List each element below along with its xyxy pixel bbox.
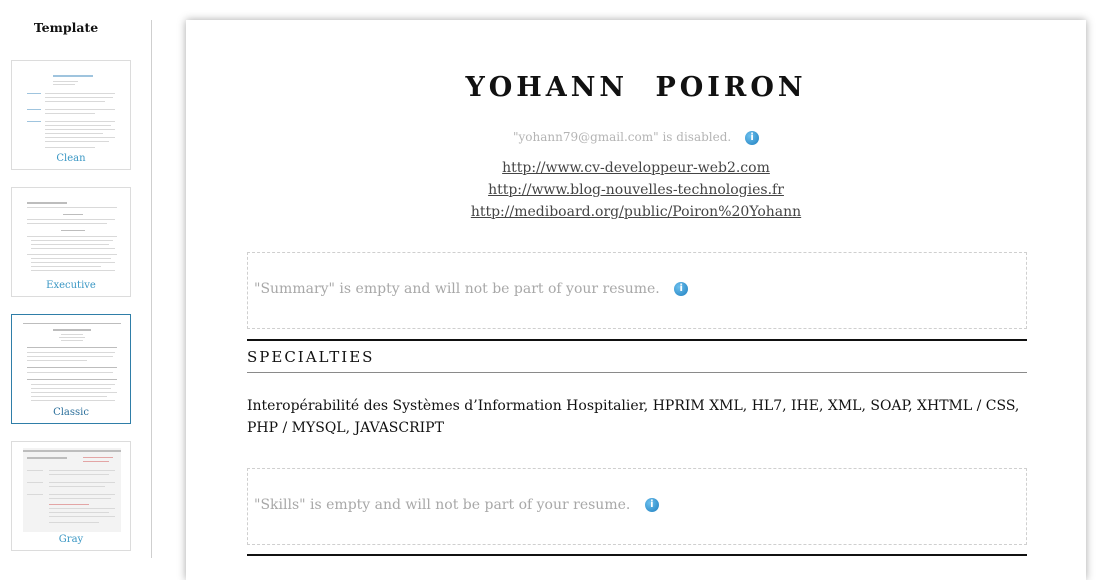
summary-empty-box[interactable]: "Summary" is empty and will not be part … <box>247 252 1027 329</box>
link-cv-site[interactable]: http://www.cv-developpeur-web2.com <box>186 157 1086 179</box>
template-thumbnail-classic <box>23 321 121 405</box>
specialties-title: SPECIALTIES <box>247 348 375 366</box>
resume-links: http://www.cv-developpeur-web2.com http:… <box>186 157 1086 223</box>
specialties-text[interactable]: Interopérabilité des Systèmes d’Informat… <box>247 395 1037 439</box>
template-label-classic: Classic <box>53 407 89 418</box>
specialties-rule-bottom <box>247 372 1027 373</box>
summary-empty-row: "Summary" is empty and will not be part … <box>254 281 689 297</box>
skills-empty-box[interactable]: "Skills" is empty and will not be part o… <box>247 468 1027 545</box>
resume-name[interactable]: YOHANN POIRON <box>186 72 1086 103</box>
template-card-executive[interactable]: Executive <box>11 187 131 297</box>
template-sidebar: Template Clean Executive Classic Gray <box>0 0 151 558</box>
info-icon[interactable]: i <box>674 282 689 296</box>
template-thumbnail-clean <box>23 67 121 151</box>
skills-empty-row: "Skills" is empty and will not be part o… <box>254 497 659 513</box>
template-card-gray[interactable]: Gray <box>11 441 131 551</box>
email-disabled-notice: "yohann79@gmail.com" is disabled. <box>512 130 732 144</box>
sidebar-divider <box>151 20 152 558</box>
sidebar-title: Template <box>33 20 99 35</box>
email-row: "yohann79@gmail.com" is disabled. i <box>186 130 1086 145</box>
template-card-clean[interactable]: Clean <box>11 60 131 170</box>
specialties-rule-top <box>247 339 1027 341</box>
info-icon[interactable]: i <box>644 498 659 512</box>
template-thumbnail-executive <box>23 194 121 278</box>
template-label-executive: Executive <box>46 280 96 291</box>
skills-empty-text: "Skills" is empty and will not be part o… <box>254 497 631 513</box>
summary-empty-text: "Summary" is empty and will not be part … <box>254 281 660 297</box>
template-label-clean: Clean <box>56 153 86 164</box>
template-card-classic[interactable]: Classic <box>11 314 131 424</box>
template-thumbnail-gray <box>23 448 121 532</box>
link-blog[interactable]: http://www.blog-nouvelles-technologies.f… <box>186 179 1086 201</box>
next-section-rule <box>247 554 1027 556</box>
link-mediboard[interactable]: http://mediboard.org/public/Poiron%20Yoh… <box>186 201 1086 223</box>
info-icon[interactable]: i <box>745 130 760 145</box>
template-label-gray: Gray <box>58 534 84 545</box>
